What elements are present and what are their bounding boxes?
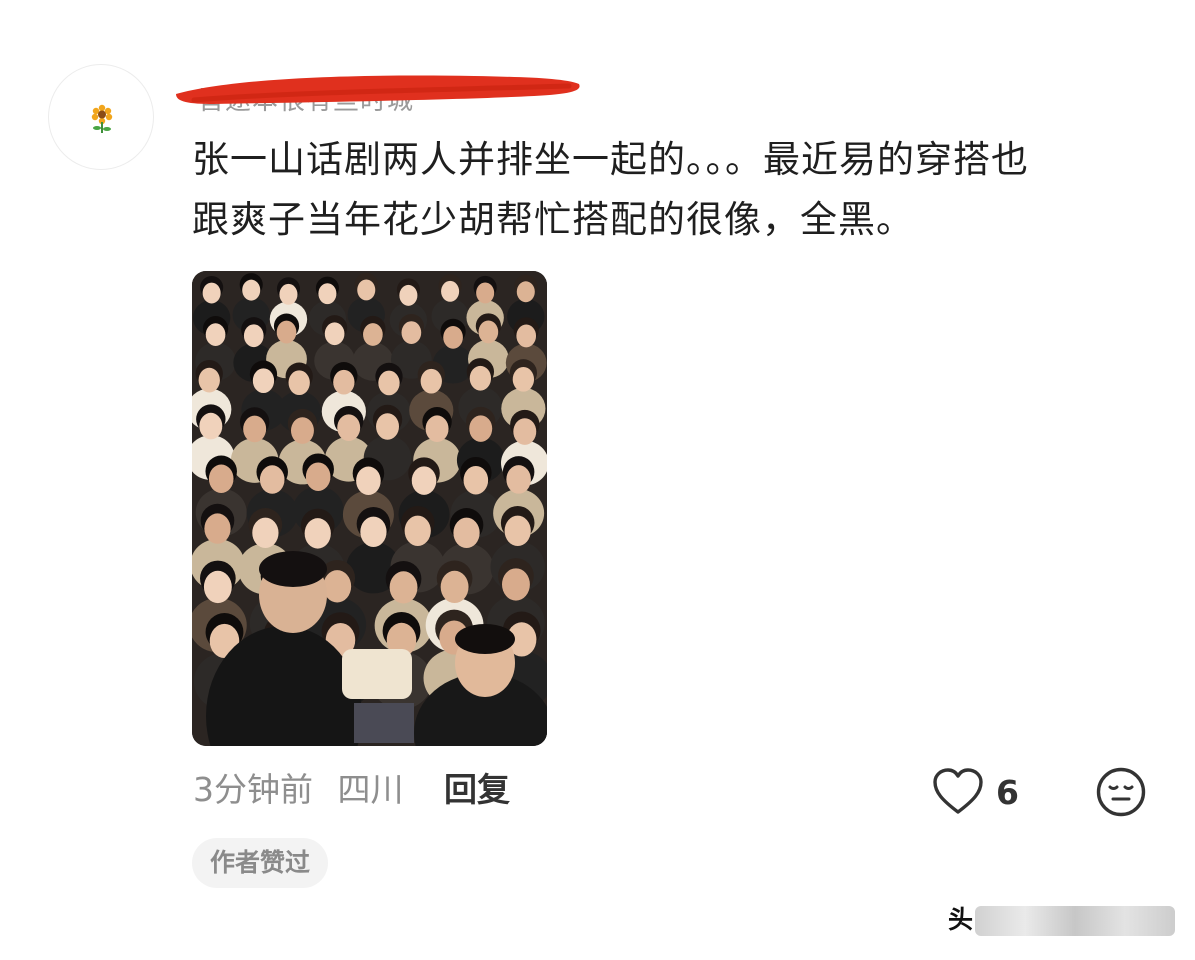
watermark-blurred — [975, 906, 1176, 936]
audience-face — [469, 365, 492, 391]
audience-face — [441, 280, 460, 302]
neutral-face-icon — [1096, 767, 1146, 817]
like-button[interactable]: 6 — [932, 766, 1019, 818]
audience-face — [324, 322, 345, 346]
audience-face — [411, 466, 437, 495]
audience-face — [420, 368, 442, 394]
audience-face — [502, 568, 530, 601]
comment-item: 晋途本很有些时城 张一山话剧两人并排坐一起的。。。最近易的穿搭也 跟爽子当年花少… — [0, 0, 1195, 960]
audience-face — [243, 324, 264, 348]
audience-face — [363, 323, 383, 346]
audience-face — [478, 320, 499, 344]
sunflower-icon — [91, 104, 113, 133]
audience-face — [323, 570, 352, 603]
audience-face — [516, 324, 537, 348]
reaction-button[interactable] — [1095, 766, 1147, 818]
audience-face — [356, 466, 381, 496]
comment-text-line-2: 跟爽子当年花少胡帮忙搭配的很像，全黑。 — [192, 198, 914, 241]
comment-location: 四川 — [337, 770, 404, 809]
audience-face — [198, 367, 220, 393]
reply-button[interactable]: 回复 — [444, 770, 510, 809]
audience-face — [378, 370, 400, 396]
redaction-mark — [176, 75, 580, 104]
audience-face — [512, 366, 535, 392]
watermark-brand: 头 — [948, 905, 974, 934]
cushion — [342, 649, 412, 699]
audience-photo — [192, 271, 547, 746]
watermark: 头 — [948, 902, 1176, 938]
user-avatar[interactable] — [48, 64, 154, 170]
audience-face — [242, 279, 261, 301]
audience-face — [305, 462, 331, 491]
comment-text-line-1: 张一山话剧两人并排坐一起的。。。最近易的穿搭也 — [192, 138, 1029, 181]
audience-face — [469, 415, 493, 442]
audience-face — [513, 418, 537, 445]
audience-face — [357, 279, 376, 301]
username-row[interactable]: 晋途本很有些时城 — [176, 70, 592, 116]
audience-face — [276, 320, 297, 344]
audience-face — [404, 515, 431, 547]
audience-face — [463, 465, 489, 495]
audience-face — [376, 413, 399, 440]
audience-face — [440, 570, 469, 604]
audience-face — [389, 571, 418, 604]
comment-meta: 3分钟前 四川 回复 — [193, 768, 510, 812]
audience-face — [252, 517, 279, 549]
audience-face — [290, 417, 314, 444]
audience-face — [453, 517, 480, 549]
audience-face — [203, 570, 232, 604]
audience-face — [360, 516, 387, 548]
audience-face — [337, 414, 361, 442]
comment-text: 张一山话剧两人并排坐一起的。。。最近易的穿搭也 跟爽子当年花少胡帮忙搭配的很像，… — [192, 130, 1152, 250]
audience-face — [401, 321, 422, 344]
audience-face — [425, 415, 449, 443]
audience-face — [259, 465, 285, 494]
audience-face — [516, 281, 535, 303]
audience-face — [208, 464, 234, 493]
audience-face — [506, 465, 531, 494]
audience-face — [333, 369, 355, 395]
plaid-blanket — [354, 703, 414, 743]
audience-face — [199, 412, 223, 440]
author-liked-badge: 作者赞过 — [192, 838, 329, 888]
audience-face — [205, 323, 226, 347]
audience-face — [318, 283, 337, 305]
audience-face — [204, 513, 231, 544]
like-count: 6 — [996, 772, 1019, 812]
audience-face — [443, 325, 463, 349]
foreground-left-hair — [259, 551, 327, 587]
audience-face — [476, 282, 495, 304]
comment-time: 3分钟前 — [193, 770, 313, 809]
foreground-right-hair — [455, 624, 515, 654]
audience-face — [504, 515, 531, 547]
comment-photo[interactable] — [192, 271, 547, 746]
audience-face — [252, 368, 275, 394]
heart-outline-icon — [933, 768, 983, 814]
audience-face — [279, 283, 298, 305]
audience-face — [202, 282, 221, 304]
audience-face — [288, 370, 310, 396]
audience-face — [399, 284, 418, 306]
audience-face — [304, 518, 331, 549]
audience-face — [243, 415, 267, 443]
